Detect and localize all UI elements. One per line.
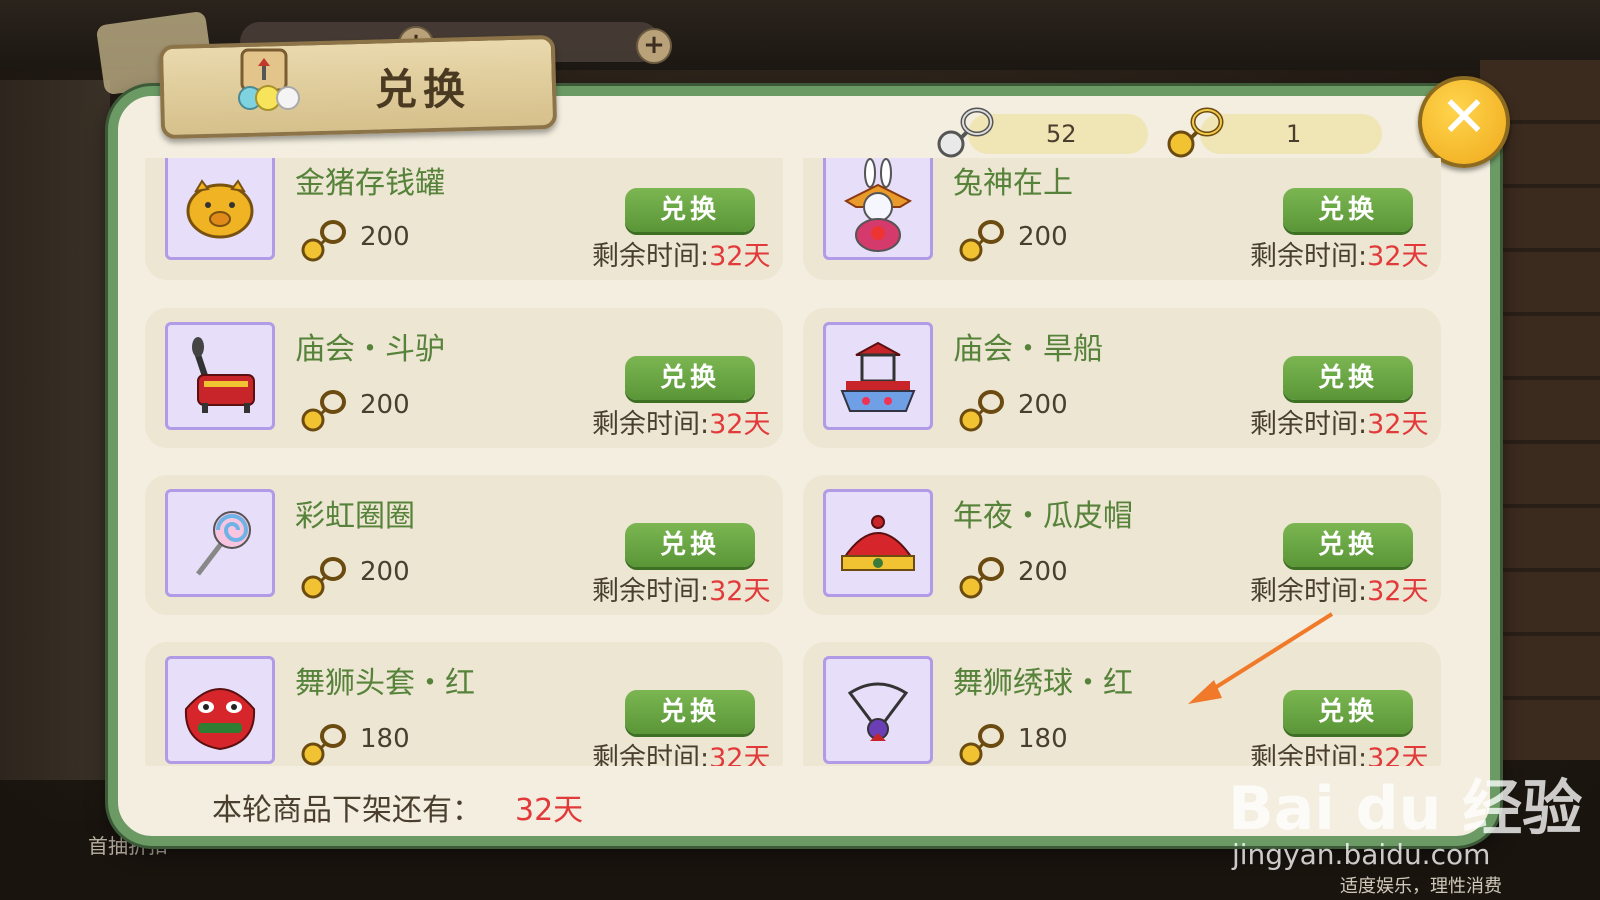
gold-coin-icon bbox=[1167, 107, 1224, 158]
item-card: 彩虹圈圈 200 兑换 剩余时间:32天 bbox=[145, 475, 783, 615]
gold-coin-icon bbox=[301, 724, 346, 766]
health-notice: 适度娱乐，理性消费 bbox=[1340, 876, 1502, 897]
silver-coin-icon bbox=[937, 107, 994, 158]
gold-coin-icon bbox=[301, 557, 346, 599]
add-gem-button[interactable]: + bbox=[636, 28, 672, 64]
remaining-time: 剩余时间:32天 bbox=[592, 234, 770, 273]
background-left bbox=[0, 80, 110, 780]
item-thumbnail bbox=[823, 656, 933, 764]
gold-coin-icon bbox=[959, 220, 1004, 262]
close-button[interactable]: ✕ bbox=[1418, 76, 1510, 168]
gold-coin-icon bbox=[301, 220, 346, 262]
exchange-button[interactable]: 兑换 bbox=[1283, 188, 1413, 232]
panel-title: 兑换 bbox=[375, 65, 472, 114]
item-thumbnail bbox=[823, 322, 933, 430]
remaining-days: 32天 bbox=[709, 743, 771, 766]
remaining-time-label: 剩余时间: bbox=[592, 409, 710, 440]
item-price: 180 bbox=[1018, 724, 1068, 754]
remaining-time-label: 剩余时间: bbox=[1250, 241, 1368, 272]
rabbit-god-icon bbox=[843, 158, 913, 252]
remaining-time-label: 剩余时间: bbox=[592, 241, 710, 272]
remaining-days: 32天 bbox=[709, 576, 771, 607]
lollipop-icon bbox=[196, 511, 251, 576]
remaining-time-label: 剩余时间: bbox=[1250, 576, 1368, 607]
remaining-time: 剩余时间:32天 bbox=[1250, 234, 1428, 273]
gold-coin-icon bbox=[959, 390, 1004, 432]
item-name: 庙会・斗驴 bbox=[295, 332, 445, 367]
item-name: 舞狮绣球・红 bbox=[953, 666, 1133, 701]
exchange-button[interactable]: 兑换 bbox=[625, 690, 755, 734]
remaining-time: 剩余时间:32天 bbox=[592, 402, 770, 441]
exchange-machine-icon bbox=[238, 48, 300, 111]
exchange-button[interactable]: 兑换 bbox=[625, 188, 755, 232]
exchange-button[interactable]: 兑换 bbox=[1283, 356, 1413, 400]
remaining-time: 剩余时间:32天 bbox=[1250, 569, 1428, 608]
exchange-button[interactable]: 兑换 bbox=[1283, 523, 1413, 567]
gold-coin-value: 1 bbox=[1286, 120, 1302, 148]
item-name: 兔神在上 bbox=[953, 166, 1073, 201]
item-thumbnail bbox=[823, 158, 933, 260]
item-price: 200 bbox=[360, 222, 410, 252]
baidu-watermark: Bai du 经验 bbox=[1228, 774, 1583, 844]
remaining-time: 剩余时间:32天 bbox=[592, 569, 770, 608]
gold-coin-icon bbox=[959, 557, 1004, 599]
gold-coin-icon bbox=[959, 724, 1004, 766]
item-price: 200 bbox=[1018, 557, 1068, 587]
remaining-days: 32天 bbox=[709, 409, 771, 440]
item-name: 年夜・瓜皮帽 bbox=[953, 499, 1133, 534]
remaining-days: 32天 bbox=[1367, 241, 1429, 272]
remaining-days: 32天 bbox=[1367, 576, 1429, 607]
remaining-time-label: 剩余时间: bbox=[1250, 409, 1368, 440]
land-boat-icon bbox=[840, 341, 916, 412]
item-thumbnail bbox=[165, 322, 275, 430]
item-card: 金猪存钱罐 200 兑换 剩余时间:32天 bbox=[145, 158, 783, 280]
item-card: 舞狮头套・红 180 兑换 剩余时间:32天 bbox=[145, 642, 783, 766]
remaining-time-label: 剩余时间: bbox=[592, 576, 710, 607]
item-price: 200 bbox=[360, 390, 410, 420]
item-thumbnail bbox=[823, 489, 933, 597]
golden-pig-icon bbox=[186, 179, 254, 239]
exchange-button[interactable]: 兑换 bbox=[625, 523, 755, 567]
embroidered-ball-icon bbox=[847, 682, 909, 741]
item-price: 200 bbox=[1018, 222, 1068, 252]
donkey-icon bbox=[192, 337, 255, 413]
item-name: 金猪存钱罐 bbox=[295, 166, 445, 201]
watermark-url: jingyan.baidu.com bbox=[1232, 838, 1491, 871]
item-card: 舞狮绣球・红 180 兑换 剩余时间:32天 bbox=[803, 642, 1441, 766]
item-card: 庙会・旱船 200 兑换 剩余时间:32天 bbox=[803, 308, 1441, 448]
item-thumbnail bbox=[165, 656, 275, 764]
remaining-time: 剩余时间:32天 bbox=[592, 736, 770, 766]
item-name: 舞狮头套・红 bbox=[295, 666, 475, 701]
exchange-button[interactable]: 兑换 bbox=[625, 356, 755, 400]
silver-coin-value: 52 bbox=[1046, 120, 1077, 148]
footer-days: 32天 bbox=[515, 793, 584, 828]
item-name: 彩虹圈圈 bbox=[295, 499, 415, 534]
footer-label: 本轮商品下架还有： bbox=[212, 793, 482, 828]
remaining-time: 剩余时间:32天 bbox=[1250, 402, 1428, 441]
remaining-days: 32天 bbox=[1367, 409, 1429, 440]
item-price: 200 bbox=[1018, 390, 1068, 420]
item-name: 庙会・旱船 bbox=[953, 332, 1103, 367]
title-plaque bbox=[158, 34, 558, 140]
annotation-arrow-icon bbox=[1188, 612, 1334, 704]
item-thumbnail bbox=[165, 158, 275, 260]
item-thumbnail bbox=[165, 489, 275, 597]
lion-head-icon bbox=[184, 688, 256, 751]
item-price: 200 bbox=[360, 557, 410, 587]
gold-coin-icon bbox=[301, 390, 346, 432]
melon-cap-icon bbox=[841, 515, 915, 571]
item-card: 庙会・斗驴 200 兑换 剩余时间:32天 bbox=[145, 308, 783, 448]
remaining-time-label: 剩余时间: bbox=[592, 743, 710, 766]
item-price: 180 bbox=[360, 724, 410, 754]
item-card: 年夜・瓜皮帽 200 兑换 剩余时间:32天 bbox=[803, 475, 1441, 615]
item-card: 兔神在上 200 兑换 剩余时间:32天 bbox=[803, 158, 1441, 280]
remaining-days: 32天 bbox=[709, 241, 771, 272]
